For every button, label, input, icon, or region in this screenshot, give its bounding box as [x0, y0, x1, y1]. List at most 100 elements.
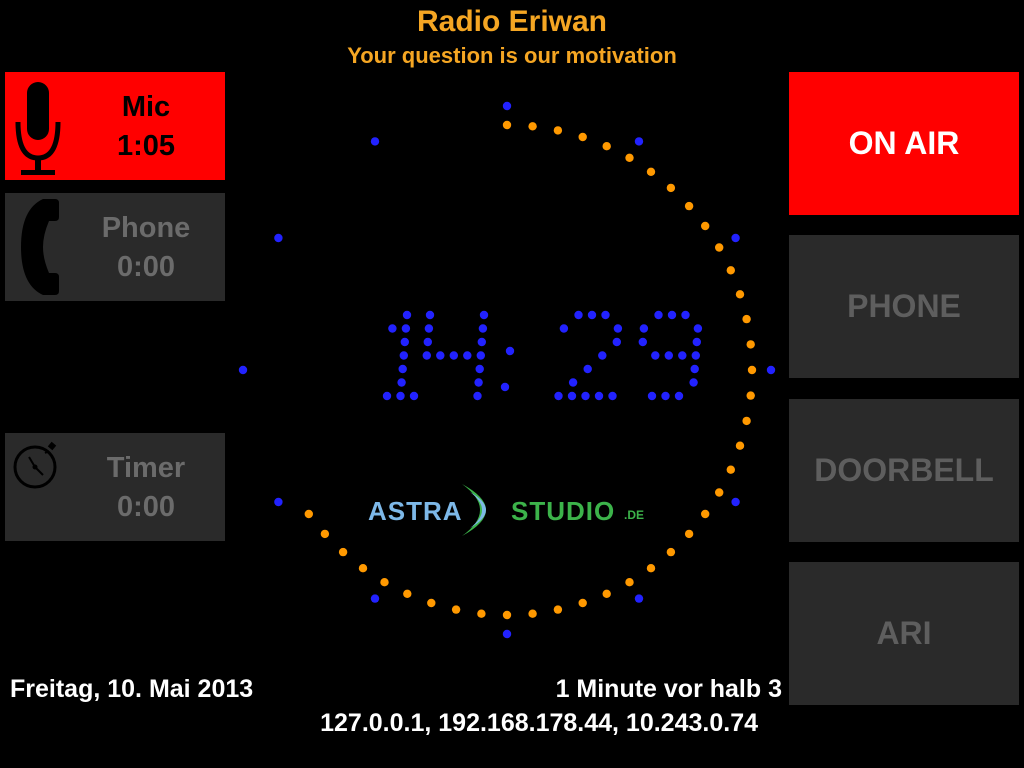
seconds-dot [746, 340, 755, 349]
clock-digit-dot [396, 391, 405, 401]
logo-studio-text: STUDIO [511, 496, 616, 526]
seconds-dot [666, 183, 676, 193]
clock-digit-dot [574, 310, 583, 320]
phone-handset-icon [11, 193, 65, 301]
seconds-dot [701, 221, 710, 231]
clock-digit-dot [475, 364, 484, 374]
seconds-dot [735, 290, 745, 299]
seconds-dot [701, 509, 710, 519]
mic-timer-panel: Mic 1:05 [5, 72, 225, 180]
clock-digit-dot [681, 310, 690, 320]
seconds-dot [726, 465, 735, 474]
clock-digit-dot [401, 324, 411, 333]
seconds-dot [403, 589, 412, 598]
seconds-dot [528, 122, 537, 131]
clock-digit-dot [388, 324, 397, 333]
seconds-dot [602, 589, 611, 598]
ari-button[interactable]: ARI [789, 562, 1019, 705]
hour-marker-dot [502, 101, 512, 111]
clock-digit-dot [651, 351, 660, 360]
clock-digit-dot [559, 324, 569, 333]
clock-digit-dot [608, 391, 617, 401]
clock-digit-dot [567, 391, 577, 401]
seconds-dot [666, 547, 676, 557]
clock-digit-dot [409, 391, 419, 401]
clock-digit-dot [398, 364, 407, 374]
seconds-dot [553, 126, 563, 135]
on-air-button[interactable]: ON AIR [789, 72, 1019, 215]
clock-digit-dot [612, 337, 621, 347]
seconds-dot [338, 547, 348, 557]
clock-digit-dot [568, 378, 578, 387]
seconds-dot [747, 365, 757, 375]
clock-colon-dot [500, 382, 510, 392]
seconds-dot [553, 605, 563, 614]
phone-time: 0:00 [116, 251, 176, 283]
clock-digit-dot [689, 378, 698, 387]
clock-digit-dot [474, 378, 483, 387]
clock-digit-dot [449, 351, 458, 360]
seconds-dot [742, 314, 751, 324]
hour-marker-dot [731, 233, 740, 243]
hour-marker-dot [731, 497, 740, 507]
seconds-dot [477, 609, 486, 618]
seconds-dot [358, 564, 368, 573]
stopwatch-icon [11, 433, 65, 541]
hour-marker-dot [634, 594, 644, 603]
seconds-dot [578, 598, 587, 608]
seconds-dot [502, 610, 512, 620]
clock-digit-dot [693, 324, 703, 333]
seconds-dot [726, 266, 735, 275]
clock-digit-dot [667, 310, 677, 320]
clock-digit-dot [583, 364, 592, 374]
clock-digit-dot [678, 351, 687, 360]
clock-digit-dot [692, 337, 701, 347]
clock-digit-dot [473, 391, 482, 401]
seconds-dot [602, 142, 611, 151]
clock-digit-dot [477, 337, 486, 347]
clock-digit-dot [422, 351, 431, 360]
seconds-dot [746, 391, 755, 400]
clock-digit-dot [479, 310, 489, 320]
phone-button[interactable]: PHONE [789, 235, 1019, 378]
mic-time: 1:05 [116, 130, 176, 162]
clock-digit-dot [424, 324, 434, 333]
seconds-dot [625, 578, 634, 587]
clock-digit-dot [436, 351, 445, 360]
timer-time: 0:00 [116, 491, 176, 523]
hour-marker-dot [238, 365, 248, 375]
clock-digit-dot [476, 351, 485, 360]
clock-digit-dot [638, 337, 647, 347]
hour-marker-dot [274, 497, 283, 507]
hour-marker-dot [370, 594, 380, 603]
clock-digit-dot [598, 351, 607, 360]
logo-domain-suffix: .DE [624, 508, 645, 522]
timer-label: Timer [106, 452, 186, 484]
seconds-dot [735, 441, 745, 450]
seconds-dot [742, 416, 751, 426]
hour-marker-dot [634, 137, 644, 146]
clock-digit-dot [402, 310, 412, 320]
clock-digit-dot [690, 364, 699, 374]
seconds-dot [646, 564, 656, 573]
clock-digit-dot [554, 391, 563, 401]
seconds-dot [684, 201, 694, 211]
seconds-dot [320, 529, 330, 539]
clock-digit-dot [654, 310, 663, 320]
seconds-dot [646, 167, 656, 176]
clock-digit-dot [478, 324, 488, 333]
clock-digit-dot [691, 351, 700, 360]
stopwatch-panel: Timer 0:00 [5, 433, 225, 541]
microphone-icon [11, 72, 65, 180]
clock-digit-dot [639, 324, 649, 333]
clock-digit-dot [399, 351, 408, 360]
seconds-dot [528, 609, 537, 618]
clock-digit-dot [661, 391, 670, 401]
clock-digit-dot [664, 351, 673, 360]
clock-digit-dot [425, 310, 435, 320]
phone-timer-panel: Phone 0:00 [5, 193, 225, 301]
logo-swoosh-icon [462, 484, 486, 536]
seconds-dot [380, 578, 389, 587]
clock-digit-dot [463, 351, 472, 360]
doorbell-button[interactable]: DOORBELL [789, 399, 1019, 542]
